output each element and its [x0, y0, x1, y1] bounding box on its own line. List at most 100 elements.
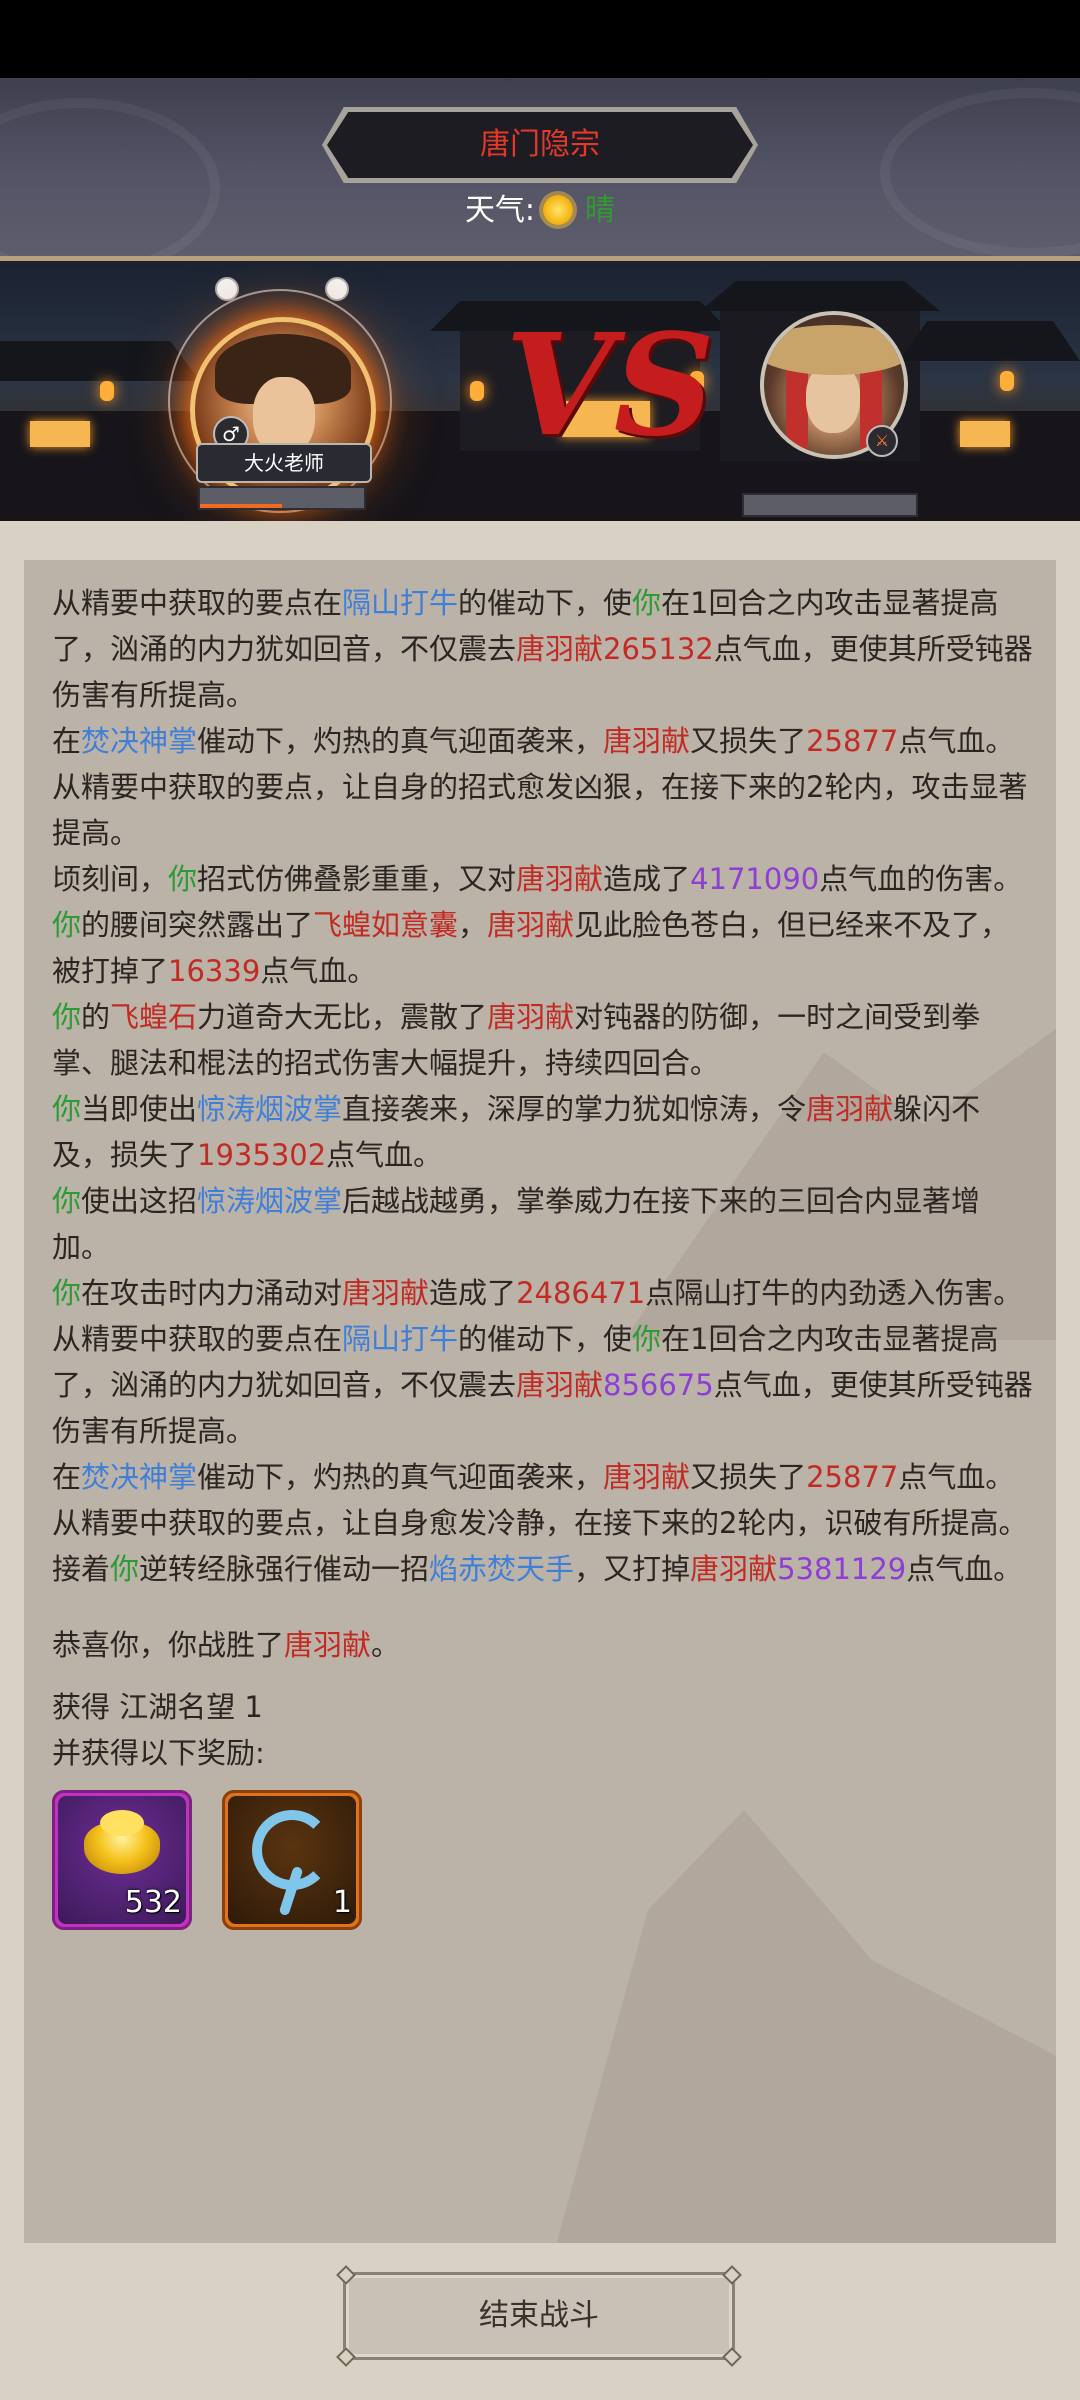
weather-value: 晴: [585, 193, 616, 228]
log-entry: 你的腰间突然露出了飞蝗如意囊，唐羽献见此脸色苍白，但已经来不及了，被打掉了163…: [52, 902, 1037, 994]
log-entry: 在焚决神掌催动下，灼热的真气迎面袭来，唐羽献又损失了25877点气血。: [52, 1454, 1037, 1500]
log-segment-text: 催动下，灼热的真气迎面袭来，: [197, 1460, 604, 1494]
status-bar: [0, 0, 1080, 78]
log-segment-text: 在攻击时内力涌动对: [81, 1276, 343, 1310]
log-segment-num-purple: 4171090: [690, 862, 820, 896]
log-segment-enemy: 唐羽献: [516, 1368, 604, 1402]
log-segment-text: 从精要中获取的要点，让自身愈发冷静，在接下来的2轮内，识破有所提高。: [52, 1506, 1028, 1540]
log-segment-enemy: 唐羽献: [487, 1000, 575, 1034]
log-entry: 从精要中获取的要点在隔山打牛的催动下，使你在1回合之内攻击显著提高了，汹涌的内力…: [52, 1316, 1037, 1454]
log-segment-skill: 惊涛烟波掌: [197, 1184, 343, 1218]
log-segment-text: 造成了: [429, 1276, 517, 1310]
reward-list: 532 1: [52, 1790, 1037, 1940]
log-segment-item: 飞蝗石: [110, 1000, 198, 1034]
log-segment-skill: 焰赤焚天手: [429, 1552, 575, 1586]
log-segment-text: ，又打掉: [574, 1552, 691, 1586]
player-name: 大火老师: [196, 443, 372, 483]
log-segment-text: 点气血。: [898, 1460, 1015, 1494]
log-segment-num-purple: 856675: [603, 1368, 714, 1402]
log-segment-skill: 惊涛烟波掌: [197, 1092, 343, 1126]
log-segment-num-red: 1935302: [197, 1138, 327, 1172]
weather-label: 天气:: [464, 193, 536, 228]
log-segment-enemy: 唐羽献: [806, 1092, 894, 1126]
log-segment-text: 直接袭来，深厚的掌力犹如惊涛，令: [342, 1092, 807, 1126]
log-segment-skill: 焚决神掌: [81, 724, 198, 758]
log-segment-text: 点气血。: [898, 724, 1015, 758]
log-segment-text: 的: [81, 1000, 111, 1034]
sword-icon: ⚔: [866, 425, 898, 457]
log-entry: 接着你逆转经脉强行催动一招焰赤焚天手，又打掉唐羽献5381129点气血。: [52, 1546, 1037, 1592]
log-segment-player: 你: [52, 1092, 82, 1126]
log-segment-skill: 隔山打牛: [342, 586, 459, 620]
log-segment-text: ，: [458, 908, 488, 942]
log-entry: 你的飞蝗石力道奇大无比，震散了唐羽献对钝器的防御，一时之间受到拳掌、腿法和棍法的…: [52, 994, 1037, 1086]
log-segment-player: 你: [52, 1184, 82, 1218]
log-segment-text: 当即使出: [81, 1092, 198, 1126]
log-entries: 从精要中获取的要点在隔山打牛的催动下，使你在1回合之内攻击显著提高了，汹涌的内力…: [52, 580, 1037, 1592]
log-segment-text: 从精要中获取的要点在: [52, 586, 343, 620]
log-entry: 从精要中获取的要点在隔山打牛的催动下，使你在1回合之内攻击显著提高了，汹涌的内力…: [52, 580, 1037, 718]
reward-count: 1: [332, 1885, 352, 1920]
log-entry: 你使出这招惊涛烟波掌后越战越勇，掌拳威力在接下来的三回合内显著增加。: [52, 1178, 1037, 1270]
log-segment-enemy: 唐羽献: [516, 862, 604, 896]
log-segment-text: 从精要中获取的要点，让自身的招式愈发凶狠，在接下来的2轮内，攻击显著提高。: [52, 770, 1028, 850]
log-segment-text: 又损失了: [690, 1460, 807, 1494]
log-segment-skill: 焚决神掌: [81, 1460, 198, 1494]
log-segment-enemy: 唐羽献: [516, 632, 604, 666]
player-hp-bar: [198, 486, 366, 510]
log-entry: 你在攻击时内力涌动对唐羽献造成了2486471点隔山打牛的内劲透入伤害。: [52, 1270, 1037, 1316]
log-segment-player: 你: [110, 1552, 140, 1586]
log-segment-num-red: 2486471: [516, 1276, 646, 1310]
log-segment-text: 力道奇大无比，震散了: [197, 1000, 488, 1034]
battle-log-panel[interactable]: 从精要中获取的要点在隔山打牛的催动下，使你在1回合之内攻击显著提高了，汹涌的内力…: [24, 560, 1056, 2243]
log-segment-text: 的腰间突然露出了: [81, 908, 314, 942]
log-segment-skill: 隔山打牛: [342, 1322, 459, 1356]
log-segment-player: 你: [632, 586, 662, 620]
location-title: 唐门隐宗: [480, 127, 600, 162]
log-segment-text: 逆转经脉强行催动一招: [139, 1552, 430, 1586]
log-segment-enemy: 唐羽献: [603, 724, 691, 758]
log-segment-text: 点气血。: [260, 954, 377, 988]
battle-banner: ♂ 大火老师 VS ⚔: [0, 261, 1080, 521]
log-segment-text: 点气血。: [326, 1138, 443, 1172]
log-entry: 在焚决神掌催动下，灼热的真气迎面袭来，唐羽献又损失了25877点气血。: [52, 718, 1037, 764]
log-segment-text: 。: [371, 1628, 401, 1662]
reward-intro: 并获得以下奖励:: [52, 1736, 265, 1770]
log-segment-num-red: 265132: [603, 632, 714, 666]
log-segment-text: 催动下，灼热的真气迎面袭来，: [197, 724, 604, 758]
log-segment-enemy: 唐羽献: [487, 908, 575, 942]
log-segment-item: 飞蝗如意囊: [313, 908, 459, 942]
log-segment-text: 在: [52, 724, 82, 758]
end-battle-button[interactable]: 结束战斗: [336, 2265, 742, 2367]
log-segment-enemy: 唐羽献: [342, 1276, 430, 1310]
log-segment-num-red: 25877: [806, 724, 899, 758]
victory-message: 恭喜你，你战胜了唐羽献。: [52, 1622, 1037, 1668]
battle-log: 从精要中获取的要点在隔山打牛的催动下，使你在1回合之内攻击显著提高了，汹涌的内力…: [52, 580, 1037, 1940]
log-segment-text: 点气血的伤害。: [819, 862, 1023, 896]
log-segment-text: 招式仿佛叠影重重，又对: [197, 862, 517, 896]
log-segment-player: 你: [52, 908, 82, 942]
log-segment-enemy: 唐羽献: [603, 1460, 691, 1494]
log-segment-text: 的催动下，使: [458, 586, 633, 620]
reward-slot-gold[interactable]: 532: [52, 1790, 192, 1930]
log-segment-text: 恭喜你，你战胜了: [52, 1628, 285, 1662]
weather-line: 天气: 晴: [0, 186, 1080, 236]
log-segment-text: 接着: [52, 1552, 111, 1586]
end-battle-label: 结束战斗: [479, 2298, 599, 2333]
log-entry: 顷刻间，你招式仿佛叠影重重，又对唐羽献造成了4171090点气血的伤害。: [52, 856, 1037, 902]
enemy-hp-bar: [742, 493, 918, 517]
log-segment-text: 使出这招: [81, 1184, 198, 1218]
log-segment-text: 点气血。: [906, 1552, 1023, 1586]
log-segment-num-red: 25877: [806, 1460, 899, 1494]
log-segment-text: 顷刻间，: [52, 862, 169, 896]
reputation-reward: 获得 江湖名望 1: [52, 1690, 263, 1724]
log-segment-num-purple: 5381129: [777, 1552, 907, 1586]
log-segment-text: 在: [52, 1460, 82, 1494]
log-segment-enemy: 唐羽献: [690, 1552, 778, 1586]
log-entry: 从精要中获取的要点，让自身愈发冷静，在接下来的2轮内，识破有所提高。: [52, 1500, 1037, 1546]
log-segment-text: 造成了: [603, 862, 691, 896]
log-segment-text: 从精要中获取的要点在: [52, 1322, 343, 1356]
reward-slot-item[interactable]: 1: [222, 1790, 362, 1930]
log-segment-player: 你: [52, 1000, 82, 1034]
log-segment-player: 你: [52, 1276, 82, 1310]
